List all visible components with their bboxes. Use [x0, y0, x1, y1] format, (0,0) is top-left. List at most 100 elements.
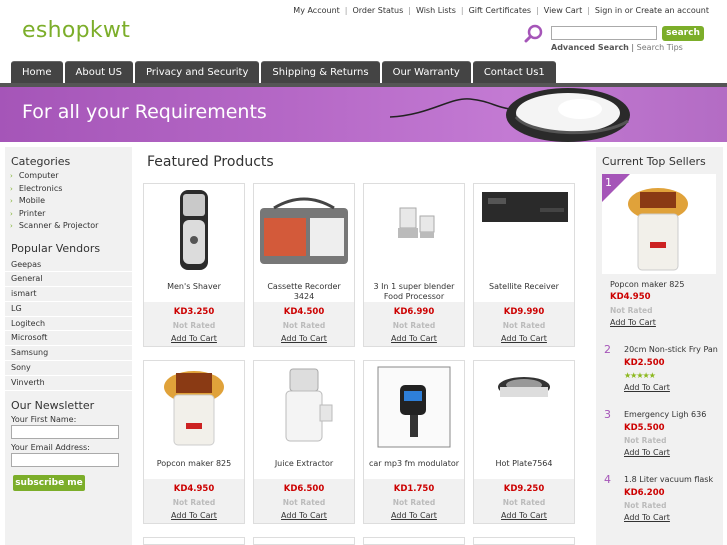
blender-image[interactable] [370, 188, 458, 274]
featured-products-title: Featured Products [147, 154, 274, 170]
tab-home[interactable]: Home [11, 61, 63, 83]
top-sellers-title: Current Top Sellers [602, 155, 706, 168]
popcorn-maker-image[interactable] [620, 186, 696, 276]
vendor-item[interactable]: Logitech [5, 317, 132, 332]
top-seller-item: 1 Popcon maker 825 KD4.950 Not Rated Add… [602, 174, 716, 330]
tab-privacy[interactable]: Privacy and Security [134, 61, 260, 83]
product-name[interactable]: Popcon maker 825 [146, 459, 242, 469]
banner-text: For all your Requirements [22, 101, 267, 123]
add-to-cart-link[interactable]: Add To Cart [624, 448, 670, 457]
category-item[interactable]: › Printer [10, 208, 132, 221]
hot-plate-image[interactable] [480, 365, 568, 451]
vendor-item[interactable]: LG [5, 302, 132, 317]
product-name[interactable]: Hot Plate7564 [476, 459, 572, 469]
top-seller-name[interactable]: Popcon maker 825 [610, 280, 684, 289]
top-seller-rating: Not Rated [624, 501, 667, 510]
product-footer: KD4.950 Not Rated Add To Cart [144, 479, 244, 523]
add-to-cart-link[interactable]: Add To Cart [474, 511, 574, 520]
star-rating: ★★★★★ [624, 371, 656, 380]
search-tips-link[interactable]: Search Tips [637, 43, 683, 52]
top-seller-name[interactable]: Emergency Ligh 636 [624, 410, 706, 419]
category-item[interactable]: › Scanner & Projector [10, 220, 132, 233]
add-to-cart-link[interactable]: Add To Cart [144, 511, 244, 520]
top-links: My Account | Order Status | Wish Lists | Gi… [293, 6, 709, 15]
first-name-input[interactable] [11, 424, 119, 439]
site-logo[interactable]: eshopkwt [22, 18, 130, 43]
product-footer: KD1.750 Not Rated Add To Cart [364, 479, 464, 523]
star-icon: ★★★★★ [624, 371, 656, 380]
product-price: KD4.950 [173, 484, 215, 494]
product-rating: Not Rated [172, 321, 216, 330]
categories-title: Categories [11, 155, 71, 168]
vendor-item[interactable]: General [5, 272, 132, 288]
advanced-search-link[interactable]: Advanced Search [551, 43, 629, 52]
subscribe-button[interactable]: subscribe me [13, 474, 85, 491]
product-footer: KD6.990 Not Rated Add To Cart [364, 302, 464, 346]
vendor-item[interactable]: Geepas [5, 258, 132, 273]
juice-extractor-image[interactable] [260, 365, 348, 451]
arrow-icon: › [10, 172, 13, 180]
product-name[interactable]: Juice Extractor [256, 459, 352, 469]
mouse-illustration [390, 88, 630, 142]
product-rating: Not Rated [392, 498, 436, 507]
product-card: Hot Plate7564 KD9.250 Not Rated Add To C… [473, 360, 575, 524]
vendor-list: Geepas General ismart LG Logitech Micros… [5, 258, 132, 391]
email-input[interactable] [11, 452, 119, 467]
add-to-cart-link[interactable]: Add To Cart [254, 334, 354, 343]
add-to-cart-link[interactable]: Add To Cart [144, 334, 244, 343]
popcorn-maker-image[interactable] [150, 365, 238, 451]
vendor-item[interactable]: Sony [5, 361, 132, 376]
gift-certificates-link[interactable]: Gift Certificates [469, 6, 532, 15]
category-item[interactable]: › Electronics [10, 183, 132, 196]
shaver-image[interactable] [150, 188, 238, 274]
product-name[interactable]: 3 In 1 super blender Food Processor [366, 282, 462, 302]
top-seller-name[interactable]: 1.8 Liter vacuum flask [624, 475, 713, 484]
first-name-label: Your First Name: [11, 414, 77, 424]
vendor-item[interactable]: Samsung [5, 346, 132, 362]
category-item[interactable]: › Mobile [10, 195, 132, 208]
add-to-cart-link[interactable]: Add To Cart [364, 511, 464, 520]
tab-about-us[interactable]: About US [64, 61, 133, 83]
add-to-cart-link[interactable]: Add To Cart [624, 383, 670, 392]
product-price: KD9.990 [503, 307, 545, 317]
satellite-receiver-image[interactable] [480, 188, 568, 274]
add-to-cart-link[interactable]: Add To Cart [474, 334, 574, 343]
tab-shipping[interactable]: Shipping & Returns [261, 61, 380, 83]
product-name[interactable]: Cassette Recorder 3424 [256, 282, 352, 302]
product-footer: KD9.250 Not Rated Add To Cart [474, 479, 574, 523]
product-name[interactable]: Satellite Receiver [476, 282, 572, 292]
arrow-icon: › [10, 184, 13, 193]
order-status-link[interactable]: Order Status [352, 6, 403, 15]
vendor-item[interactable]: Microsoft [5, 331, 132, 347]
product-rating: Not Rated [502, 321, 546, 330]
my-account-link[interactable]: My Account [293, 6, 339, 15]
tab-warranty[interactable]: Our Warranty [381, 61, 471, 83]
tab-contact[interactable]: Contact Us1 [472, 61, 556, 83]
add-to-cart-link[interactable]: Add To Cart [364, 334, 464, 343]
product-footer: KD9.990 Not Rated Add To Cart [474, 302, 574, 346]
search-button[interactable]: search [662, 26, 704, 41]
product-rating: Not Rated [282, 321, 326, 330]
wish-lists-link[interactable]: Wish Lists [416, 6, 456, 15]
search-input[interactable] [551, 26, 657, 40]
category-list: › Computer › Electronics › Mobile › Printer … [5, 170, 132, 233]
arrow-icon: › [10, 222, 13, 230]
top-seller-footer: Popcon maker 825 KD4.950 Not Rated Add T… [602, 274, 716, 330]
product-name[interactable]: Men's Shaver [146, 282, 242, 292]
view-cart-link[interactable]: View Cart [544, 6, 582, 15]
add-to-cart-link[interactable]: Add To Cart [610, 318, 656, 327]
product-footer: KD3.250 Not Rated Add To Cart [144, 302, 244, 346]
product-card: Satellite Receiver KD9.990 Not Rated Add… [473, 183, 575, 347]
vendor-item[interactable]: Vinverth [5, 376, 132, 391]
product-card: car mp3 fm modulator KD1.750 Not Rated A… [363, 360, 465, 524]
arrow-icon: › [10, 209, 13, 218]
cassette-recorder-image[interactable] [260, 188, 348, 274]
fm-modulator-image[interactable] [370, 365, 458, 451]
vendor-item[interactable]: ismart [5, 287, 132, 302]
top-seller-name[interactable]: 20cm Non-stick Fry Pan [624, 345, 718, 354]
add-to-cart-link[interactable]: Add To Cart [624, 513, 670, 522]
category-item[interactable]: › Computer [10, 170, 132, 183]
product-name[interactable]: car mp3 fm modulator [366, 459, 462, 469]
sign-in-link[interactable]: Sign in or Create an account [595, 6, 709, 15]
add-to-cart-link[interactable]: Add To Cart [254, 511, 354, 520]
